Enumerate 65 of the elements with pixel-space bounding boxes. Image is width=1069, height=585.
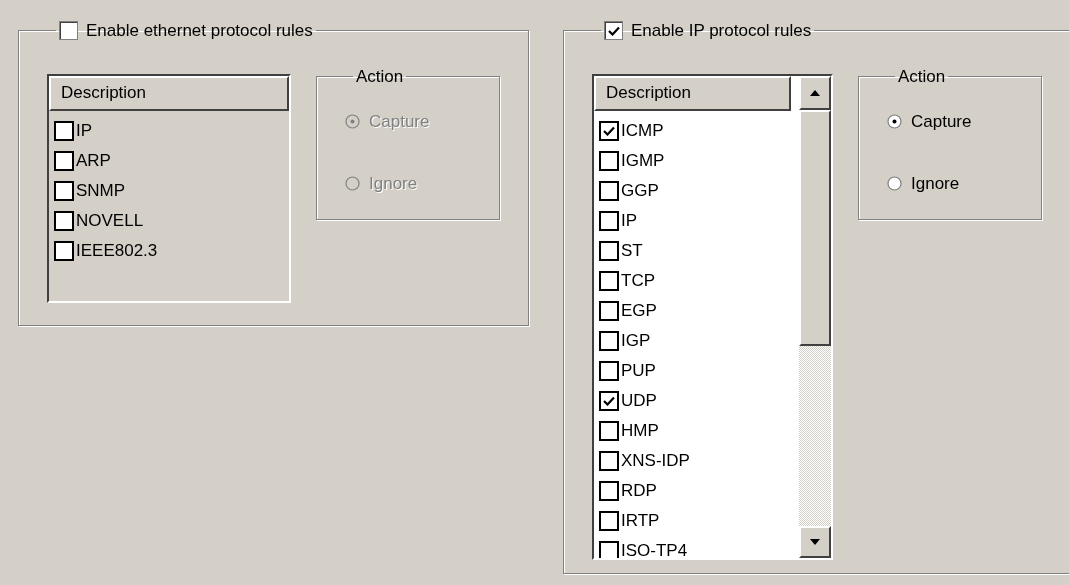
list-item-label: SNMP [76,180,126,201]
item-checkbox[interactable] [599,300,619,321]
checkmark-icon [603,125,615,136]
list-item-label: IGP [621,330,651,351]
list-item-label: IGMP [621,150,665,171]
item-checkbox[interactable] [599,270,619,291]
list-item-label: RDP [621,480,657,501]
list-item-label: ST [621,240,643,261]
list-item-label: ARP [76,150,111,171]
list-item-label: ICMP [621,120,664,141]
group-title: Action [898,66,946,86]
scrollbar[interactable] [799,75,831,558]
radio-button[interactable] [345,175,360,191]
list-item-label: XNS-IDP [621,450,690,471]
radio-label: Capture [369,111,430,133]
radio-label: Capture [911,111,972,133]
group-title: Enable IP protocol rules [631,20,812,42]
list-item-label: IP [76,120,93,141]
item-checkbox[interactable] [599,540,619,558]
item-checkbox[interactable] [599,240,619,261]
enable-checkbox[interactable] [59,21,78,41]
item-checkbox[interactable] [54,150,74,171]
item-checkbox[interactable] [54,210,74,231]
item-checkbox[interactable] [599,390,619,411]
item-checkbox[interactable] [599,120,619,141]
list-item-label: UDP [621,390,657,411]
list-item-label: IP [621,210,638,231]
list-item-label: ISO-TP4 [621,540,688,558]
scroll-down-button[interactable] [799,525,831,558]
item-checkbox[interactable] [54,180,74,201]
list-item-label: HMP [621,420,659,441]
column-header[interactable]: Description [49,75,289,111]
item-checkbox[interactable] [599,210,619,231]
item-checkbox[interactable] [54,120,74,141]
item-checkbox[interactable] [599,420,619,441]
list-item-label: PUP [621,360,656,381]
item-checkbox[interactable] [599,450,619,471]
scroll-thumb[interactable] [799,109,831,346]
group-title: Action [356,66,404,86]
item-checkbox[interactable] [599,510,619,531]
item-checkbox[interactable] [54,240,74,261]
item-checkbox[interactable] [599,360,619,381]
enable-checkbox[interactable] [604,21,623,41]
list-item-label: IRTP [621,510,660,531]
list-item-label: GGP [621,180,659,201]
checkmark-icon [603,395,615,406]
item-checkbox[interactable] [599,180,619,201]
scroll-up-button[interactable] [799,75,831,110]
up-arrow-icon [810,89,820,96]
radio-button[interactable] [887,114,902,130]
item-checkbox[interactable] [599,330,619,351]
radio-label: Ignore [911,172,960,195]
item-checkbox[interactable] [599,480,619,501]
radio-button[interactable] [345,114,360,130]
group-title: Enable ethernet protocol rules [86,20,313,42]
list-item-label: TCP [621,270,655,291]
item-checkbox[interactable] [599,150,619,171]
list-item-label: EGP [621,300,657,321]
radio-label: Ignore [369,172,418,195]
radio-button[interactable] [887,175,902,191]
checkmark-icon [607,25,620,36]
down-arrow-icon [810,538,820,545]
column-header[interactable]: Description [594,75,791,111]
list-item-label: NOVELL [76,210,144,231]
list-item-label: IEEE802.3 [76,240,158,261]
